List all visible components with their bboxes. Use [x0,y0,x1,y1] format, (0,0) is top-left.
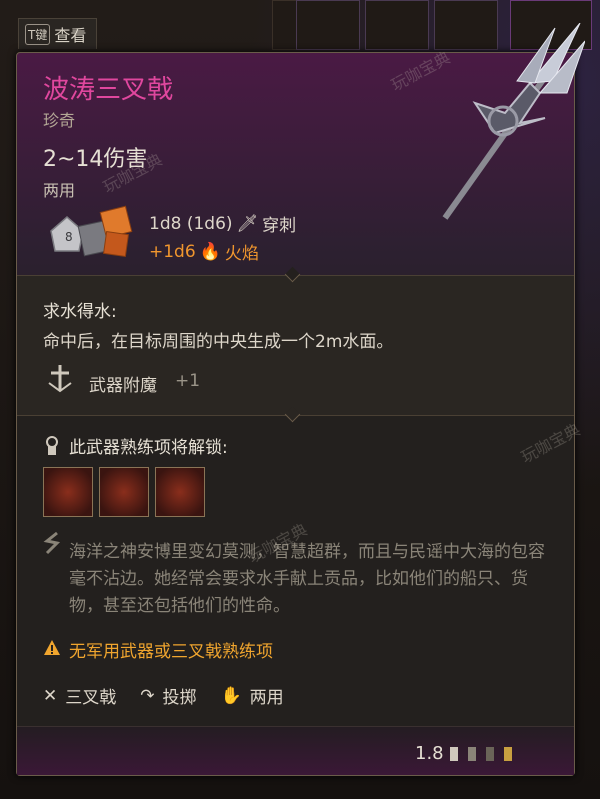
throw-icon: ↷ [140,685,155,706]
bonus-damage-dice: +1d6 [149,241,196,262]
tag-thrown[interactable]: ↷ 投掷 [140,683,197,709]
enchantment-label: 武器附魔 [89,376,157,396]
hand-icon: ✋ [220,685,242,706]
fire-icon: 🔥 [199,241,221,262]
inventory-slot[interactable] [365,0,429,50]
item-name: 波涛三叉戟 [43,75,174,105]
proficiency-unlock-title: 此武器熟练项将解锁: [69,438,228,458]
examine-key-hint[interactable]: T键 查看 [18,18,98,49]
tag-label: 三叉戟 [65,688,117,708]
warning-icon [44,640,60,655]
enchantment-icon [48,365,72,393]
svg-text:8: 8 [65,230,73,244]
tag-versatile[interactable]: ✋ 两用 [220,683,284,709]
proficiency-warning: 无军用武器或三叉戟熟练项 [69,642,273,662]
damage-type: 穿刺 [262,216,297,236]
skill-icon-2[interactable] [99,467,149,517]
skill-icon-1[interactable] [43,467,93,517]
skill-icon-3[interactable] [155,467,205,517]
tag-label: 两用 [249,688,284,708]
passive-description: 命中后，在目标周围的中央生成一个2m水面。 [43,332,394,352]
handedness: 两用 [43,181,76,200]
weapon-tags: ✕ 三叉戟 ↷ 投掷 ✋ 两用 [43,683,300,709]
examine-label: 查看 [54,26,87,45]
bonus-damage-line: +1d6 🔥 火焰 [149,239,259,265]
base-damage-line: 1d8 (1d6) 🗡 穿刺 [149,211,297,237]
item-tooltip: 波涛三叉戟 珍奇 2~14伤害 两用 8 1d8 (1d6) 🗡 穿刺 +1d6… [16,23,585,776]
passive-name: 求水得水: [43,302,117,322]
flavor-text: 海洋之神安博里变幻莫测，智慧超群，而且与民谣中大海的包容毫不沾边。她经常会要求水… [69,542,545,616]
tag-label: 投掷 [162,688,197,708]
bonus-damage-type: 火焰 [224,244,259,264]
trident-type-icon: ✕ [43,685,58,706]
value-icon [485,746,494,761]
enchantment-value: +1 [175,371,201,391]
weight-value: 1.8 [415,743,444,764]
keybind-label: T键 [25,23,51,45]
gold-icon [503,746,512,761]
item-rarity: 珍奇 [43,111,76,130]
dice-icon: 8 [50,205,133,257]
lock-unlock-icon [46,436,58,455]
base-damage-dice: 1d8 (1d6) [149,213,233,234]
weight-icon [449,746,458,761]
trident-image [442,23,585,220]
weight-readout: 1.8 [415,743,516,764]
tag-trident[interactable]: ✕ 三叉戟 [43,683,117,709]
value-icon [467,746,476,761]
inventory-slot[interactable] [296,0,360,50]
quote-icon [43,531,61,555]
pierce-icon: 🗡 [236,213,259,234]
